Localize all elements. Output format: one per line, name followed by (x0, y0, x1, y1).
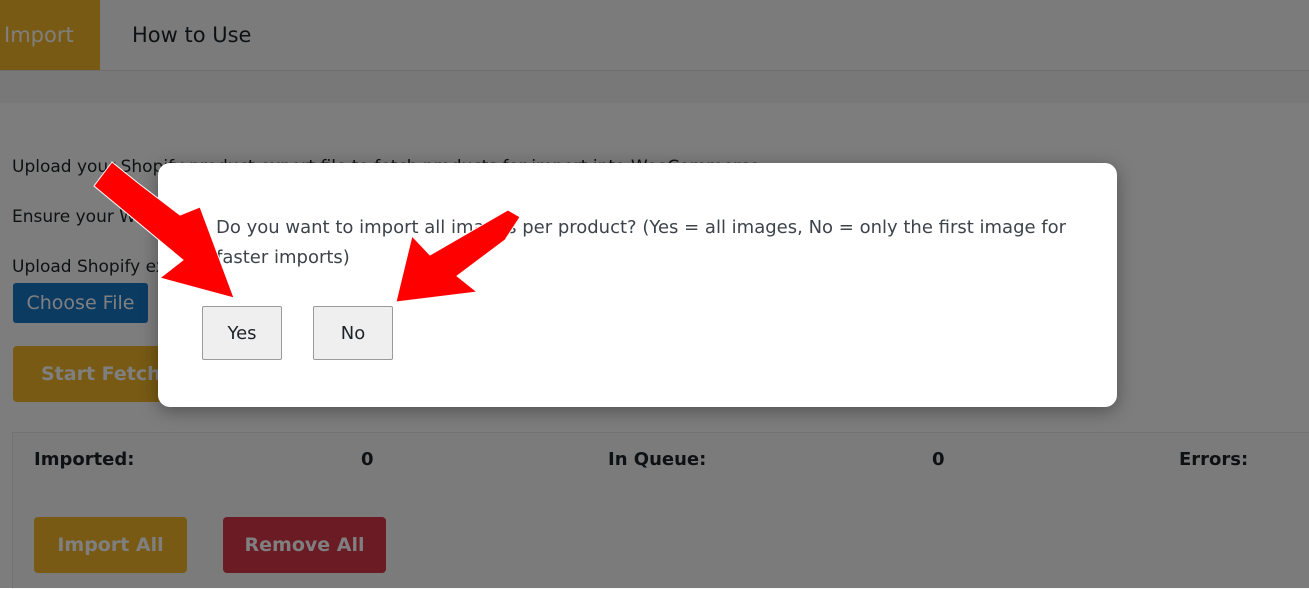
no-button[interactable]: No (313, 306, 393, 360)
import-images-dialog: Do you want to import all images per pro… (158, 163, 1117, 407)
dialog-message: Do you want to import all images per pro… (216, 217, 1067, 268)
yes-button[interactable]: Yes (202, 306, 282, 360)
